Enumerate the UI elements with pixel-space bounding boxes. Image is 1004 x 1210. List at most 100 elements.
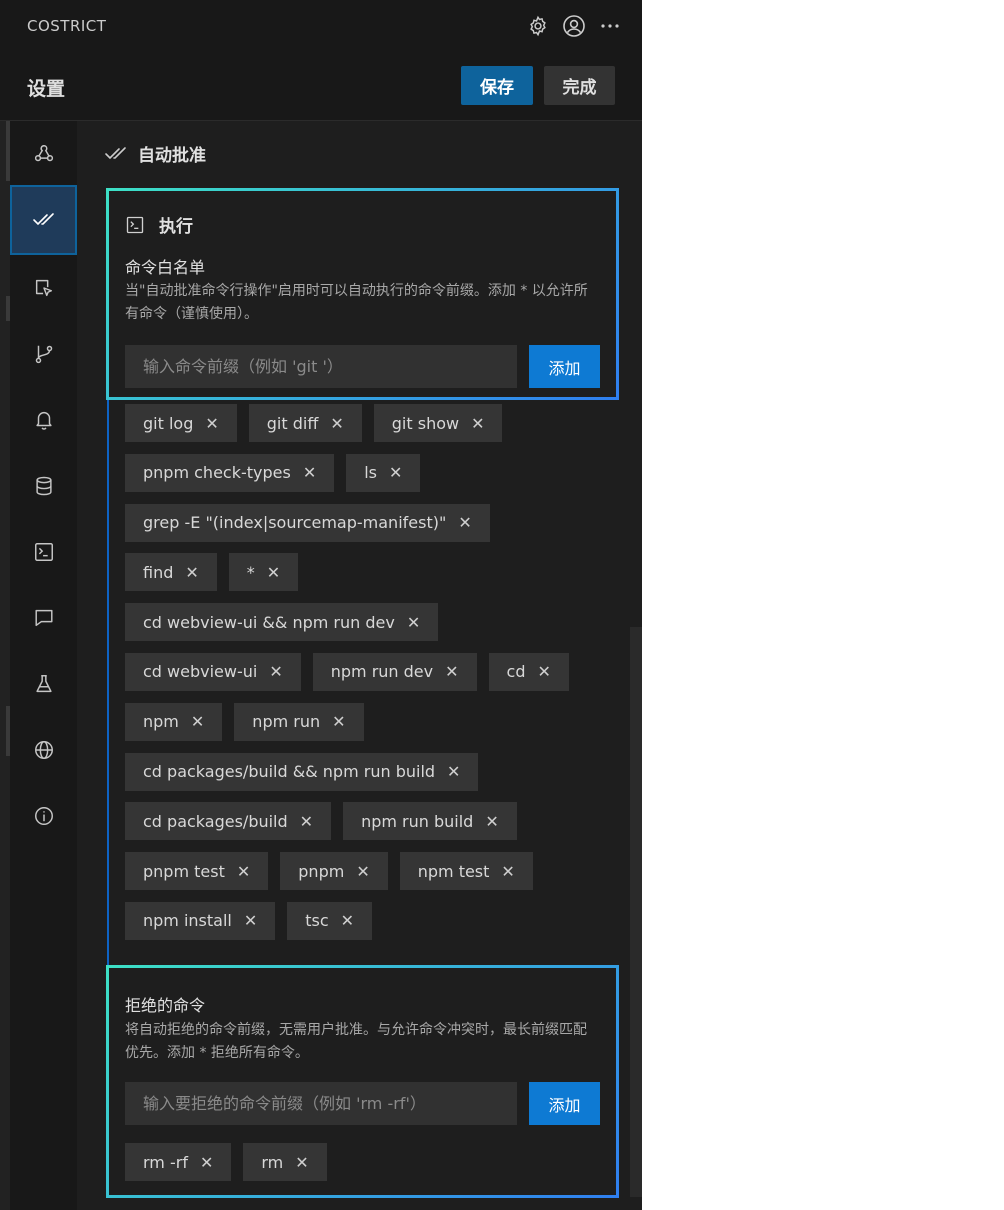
scrollbar[interactable]: [630, 627, 642, 1197]
sidebar-item-experimental[interactable]: [10, 651, 77, 717]
remove-tag-icon[interactable]: ✕: [389, 463, 402, 482]
deny-description: 将自动拒绝的命令前缀，无需用户批准。与允许命令冲突时，最长前缀匹配优先。添加 *…: [125, 1022, 587, 1061]
command-tag-label: git log: [143, 413, 194, 433]
command-tag-label: git diff: [266, 413, 319, 433]
editor-edge: [0, 121, 10, 1210]
remove-tag-icon[interactable]: ✕: [237, 862, 250, 881]
command-tag-row: cd packages/build && npm run build ✕: [125, 752, 615, 791]
remove-tag-icon[interactable]: ✕: [269, 662, 282, 681]
sidebar-item-context[interactable]: [10, 453, 77, 519]
sidebar-item-language[interactable]: [10, 717, 77, 783]
settings-header: 设置 保存 完成: [0, 54, 642, 121]
remove-tag-icon[interactable]: ✕: [332, 712, 345, 731]
remove-tag-icon[interactable]: ✕: [205, 414, 218, 433]
sidebar-item-terminal[interactable]: [10, 519, 77, 585]
command-tag-label: cd packages/build: [143, 811, 288, 831]
remove-tag-icon[interactable]: ✕: [407, 613, 420, 632]
sidebar-item-about[interactable]: [10, 783, 77, 849]
command-prefix-input[interactable]: [125, 345, 517, 388]
remove-tag-icon[interactable]: ✕: [300, 812, 313, 831]
allowed-command-tag: cd webview-ui && npm run dev ✕: [125, 603, 439, 642]
git-branch-icon: [35, 345, 52, 364]
allowed-command-tag: pnpm ✕: [280, 852, 388, 891]
command-tag-row: pnpm check-types ✕ ls ✕: [125, 453, 615, 492]
remove-tag-icon[interactable]: ✕: [445, 662, 458, 681]
command-tag-label: npm run build: [361, 811, 474, 831]
allowed-command-tag: tsc ✕: [287, 901, 373, 940]
allowed-command-tag: cd packages/build && npm run build ✕: [125, 752, 479, 791]
command-tag-label: cd webview-ui && npm run dev: [143, 612, 395, 632]
allowed-command-tag: npm run build ✕: [343, 802, 517, 841]
app-title: COSTRICT: [27, 17, 107, 35]
account-icon[interactable]: [562, 14, 586, 38]
sidebar-item-prompts[interactable]: [10, 585, 77, 651]
add-allowed-button[interactable]: 添加: [529, 345, 600, 388]
bell-icon: [35, 412, 52, 430]
sidebar-item-auto-approve[interactable]: [10, 185, 77, 255]
add-denied-button[interactable]: 添加: [529, 1082, 600, 1125]
double-check-icon: [105, 146, 126, 159]
sidebar-item-providers[interactable]: [10, 121, 77, 187]
command-tag-row: grep -E "(index|sourcemap-manifest)" ✕: [125, 503, 615, 542]
remove-tag-icon[interactable]: ✕: [537, 662, 550, 681]
webhook-icon: [34, 145, 53, 162]
remove-tag-icon[interactable]: ✕: [471, 414, 484, 433]
denied-command-tag: rm ✕: [243, 1143, 327, 1181]
sidebar-item-checkpoints[interactable]: [10, 321, 77, 387]
settings-sidebar: [10, 121, 77, 1210]
command-tag-label: rm -rf: [143, 1152, 188, 1172]
remove-tag-icon[interactable]: ✕: [303, 463, 316, 482]
deny-label: 拒绝的命令: [125, 996, 206, 1015]
allowed-command-tag: ls ✕: [346, 453, 421, 492]
remove-tag-icon[interactable]: ✕: [341, 911, 354, 930]
sidebar-item-browser[interactable]: [10, 255, 77, 321]
execute-title: 执行: [159, 217, 193, 237]
allowed-command-tag: git show ✕: [373, 404, 503, 442]
remove-tag-icon[interactable]: ✕: [185, 563, 198, 582]
save-button[interactable]: 保存: [461, 66, 533, 105]
remove-tag-icon[interactable]: ✕: [244, 911, 257, 930]
command-tag-label: rm: [261, 1152, 284, 1172]
command-tag-label: git show: [391, 413, 460, 433]
allowed-command-tag: find ✕: [125, 553, 217, 592]
allowed-command-tag: cd webview-ui ✕: [125, 652, 301, 691]
section-guide-line: [107, 391, 109, 971]
allowed-command-tag: cd packages/build ✕: [125, 802, 332, 841]
command-tag-row: cd webview-ui && npm run dev ✕: [125, 603, 615, 642]
command-tag-label: cd packages/build && npm run build: [143, 762, 436, 782]
command-tag-row: npm ✕ npm run ✕: [125, 702, 615, 741]
remove-tag-icon[interactable]: ✕: [447, 762, 460, 781]
done-button[interactable]: 完成: [544, 66, 615, 105]
allowed-command-tag: npm run dev ✕: [312, 652, 477, 691]
execute-card: 执行 命令白名单 当"自动批准命令行操作"启用时可以自动执行的命令前缀。添加 *…: [106, 188, 619, 400]
remove-tag-icon[interactable]: ✕: [356, 862, 369, 881]
double-check-icon: [32, 213, 54, 226]
command-tag-row: pnpm test ✕ pnpm ✕ npm test ✕: [125, 852, 615, 891]
sidebar-item-notifications[interactable]: [10, 387, 77, 453]
info-icon: [34, 807, 53, 825]
allowed-command-tag: npm test ✕: [399, 852, 533, 891]
remove-tag-icon[interactable]: ✕: [200, 1153, 213, 1172]
command-tag-label: cd: [506, 662, 526, 682]
command-tag-label: grep -E "(index|sourcemap-manifest)": [143, 513, 447, 533]
database-icon: [35, 476, 52, 496]
command-tag-row: cd packages/build ✕ npm run build ✕: [125, 802, 615, 841]
remove-tag-icon[interactable]: ✕: [330, 414, 343, 433]
deny-prefix-input[interactable]: [125, 1082, 517, 1125]
remove-tag-icon[interactable]: ✕: [458, 513, 471, 532]
whitelist-description: 当"自动批准命令行操作"启用时可以自动执行的命令前缀。添加 * 以允许所有命令（…: [125, 283, 588, 322]
remove-tag-icon[interactable]: ✕: [191, 712, 204, 731]
terminal-icon: [34, 543, 53, 561]
remove-tag-icon[interactable]: ✕: [295, 1153, 308, 1172]
command-tag-label: tsc: [305, 911, 329, 931]
remove-tag-icon[interactable]: ✕: [267, 563, 280, 582]
command-tag-label: find: [143, 562, 174, 582]
command-tag-label: npm test: [417, 861, 490, 881]
remove-tag-icon[interactable]: ✕: [485, 812, 498, 831]
gear-icon[interactable]: [526, 14, 550, 38]
more-icon[interactable]: [598, 14, 622, 38]
command-tag-label: npm run: [252, 712, 321, 732]
globe-icon: [34, 741, 53, 759]
remove-tag-icon[interactable]: ✕: [501, 862, 514, 881]
allowed-command-tag: npm run ✕: [234, 702, 364, 741]
